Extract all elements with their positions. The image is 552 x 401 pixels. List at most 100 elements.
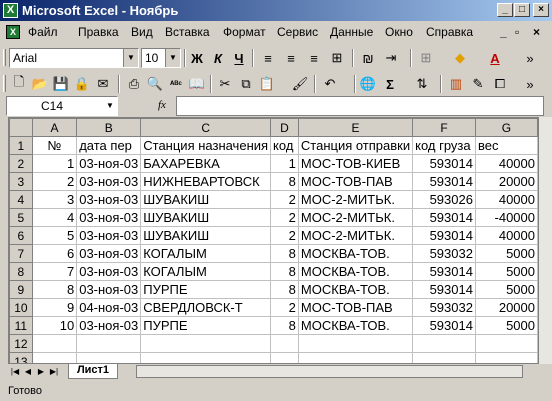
cell[interactable]: 03-ноя-03 <box>76 190 142 209</box>
cell[interactable]: 8 <box>270 244 299 263</box>
insert-function-icon[interactable]: fx <box>158 99 166 111</box>
select-all-corner[interactable] <box>9 118 33 137</box>
paste-icon[interactable]: 📋 <box>257 74 277 94</box>
cell[interactable]: 593014 <box>412 316 476 335</box>
document-icon[interactable]: X <box>6 25 20 39</box>
cell[interactable]: 4 <box>31 208 78 227</box>
cell[interactable]: 8 <box>270 172 299 191</box>
font-size-select[interactable]: 10 ▼ <box>141 48 181 68</box>
chart-wizard-icon[interactable]: ▥ <box>446 74 466 94</box>
cell[interactable]: ПУРПЕ <box>140 280 272 299</box>
merge-center-icon[interactable]: ⊞ <box>327 48 347 68</box>
cell[interactable]: 8 <box>270 280 299 299</box>
column-header[interactable]: E <box>297 118 414 137</box>
cell[interactable]: МОС-ТОВ-ПАВ <box>297 172 414 191</box>
cell[interactable] <box>297 352 414 363</box>
row-header[interactable]: 11 <box>9 316 33 335</box>
copy-icon[interactable]: ⧉ <box>236 74 256 94</box>
cell[interactable]: 03-ноя-03 <box>76 280 142 299</box>
cell[interactable]: 03-ноя-03 <box>76 262 142 281</box>
cut-icon[interactable]: ✂ <box>215 74 235 94</box>
cell[interactable] <box>412 352 476 363</box>
cell[interactable]: 5000 <box>474 316 538 335</box>
menu-window[interactable]: Окно <box>385 25 413 39</box>
cell[interactable]: № <box>31 136 78 155</box>
worksheet-grid[interactable]: A B C D E F G 1 № дата пер Станция назначен… <box>8 117 539 364</box>
cell[interactable]: 40000 <box>474 190 538 209</box>
cell[interactable]: 03-ноя-03 <box>76 316 142 335</box>
email-icon[interactable]: ✉ <box>93 74 113 94</box>
cell[interactable]: 04-ноя-03 <box>76 298 142 317</box>
cell[interactable]: 40000 <box>474 226 538 245</box>
cell[interactable] <box>297 334 414 353</box>
toolbar-options-icon[interactable]: » <box>520 74 540 94</box>
cell[interactable]: КОГАЛЫМ <box>140 244 272 263</box>
align-right-icon[interactable]: ≡ <box>304 48 324 68</box>
cell[interactable]: МОС-2-МИТЬК. <box>297 208 414 227</box>
sheet-tab-active[interactable]: Лист1 <box>68 364 118 379</box>
cell[interactable]: 9 <box>31 298 78 317</box>
row-header[interactable]: 13 <box>9 352 33 363</box>
cell[interactable]: 5000 <box>474 262 538 281</box>
cell[interactable] <box>474 352 538 363</box>
cell[interactable]: 03-ноя-03 <box>76 226 142 245</box>
menu-edit[interactable]: Правка <box>78 25 119 39</box>
column-header[interactable]: B <box>76 118 142 137</box>
row-header[interactable]: 4 <box>9 190 33 209</box>
menu-help[interactable]: Справка <box>426 25 473 39</box>
italic-button[interactable]: К <box>208 48 228 68</box>
cell[interactable]: 2 <box>270 208 299 227</box>
cell[interactable]: 1 <box>31 154 78 173</box>
formula-input[interactable] <box>176 96 544 116</box>
print-icon[interactable]: ⎙ <box>124 74 144 94</box>
row-header[interactable]: 6 <box>9 226 33 245</box>
cell[interactable] <box>31 334 78 353</box>
cell[interactable] <box>474 334 538 353</box>
row-header[interactable]: 3 <box>9 172 33 191</box>
cell[interactable]: 03-ноя-03 <box>76 244 142 263</box>
maximize-button[interactable]: □ <box>514 3 530 17</box>
cell[interactable]: 2 <box>270 298 299 317</box>
cell[interactable]: 593032 <box>412 244 476 263</box>
cell[interactable] <box>76 334 142 353</box>
cell[interactable]: 20000 <box>474 172 538 191</box>
cell[interactable]: 5 <box>31 226 78 245</box>
row-header[interactable]: 8 <box>9 262 33 281</box>
cell[interactable]: 593014 <box>412 208 476 227</box>
cell[interactable]: Станция отправки <box>297 136 414 155</box>
cell[interactable]: 8 <box>31 280 78 299</box>
cell[interactable] <box>140 352 272 363</box>
cell[interactable]: НИЖНЕВАРТОВСК <box>140 172 272 191</box>
cell[interactable]: 7 <box>31 262 78 281</box>
first-sheet-icon[interactable]: |◀ <box>10 365 20 378</box>
underline-button[interactable]: Ч <box>229 48 249 68</box>
cell[interactable]: 5000 <box>474 280 538 299</box>
cell[interactable]: дата пер <box>76 136 142 155</box>
cell[interactable]: 593026 <box>412 190 476 209</box>
cell[interactable]: МОСКВА-ТОВ. <box>297 244 414 263</box>
cell[interactable]: 593014 <box>412 226 476 245</box>
cell[interactable]: МОС-2-МИТЬК. <box>297 226 414 245</box>
name-box[interactable]: C14 ▼ <box>6 96 118 116</box>
cell[interactable]: 03-ноя-03 <box>76 208 142 227</box>
cell[interactable]: МОС-ТОВ-ПАВ <box>297 298 414 317</box>
cell[interactable]: МОСКВА-ТОВ. <box>297 262 414 281</box>
doc-restore-icon[interactable]: ▫ <box>515 25 519 39</box>
next-sheet-icon[interactable]: ▶ <box>36 365 46 378</box>
sort-ascending-icon[interactable]: ⇅ <box>412 74 432 94</box>
cell[interactable]: ШУВАКИШ <box>140 226 272 245</box>
horizontal-scrollbar[interactable] <box>136 365 523 378</box>
cell[interactable]: Станция назначения <box>140 136 272 155</box>
cell[interactable]: 6 <box>31 244 78 263</box>
menu-insert[interactable]: Вставка <box>165 25 210 39</box>
column-header[interactable]: C <box>140 118 272 137</box>
cell[interactable]: МОСКВА-ТОВ. <box>297 316 414 335</box>
spelling-icon[interactable]: ᴬᴮᶜ <box>166 74 186 94</box>
cell[interactable]: 40000 <box>474 154 538 173</box>
research-icon[interactable]: 📖 <box>187 74 207 94</box>
cell[interactable]: БАХАРЕВКА <box>140 154 272 173</box>
cell[interactable]: 593014 <box>412 154 476 173</box>
cell[interactable]: 2 <box>270 226 299 245</box>
zoom-icon[interactable]: ⧠ <box>490 74 510 94</box>
cell[interactable]: КОГАЛЫМ <box>140 262 272 281</box>
